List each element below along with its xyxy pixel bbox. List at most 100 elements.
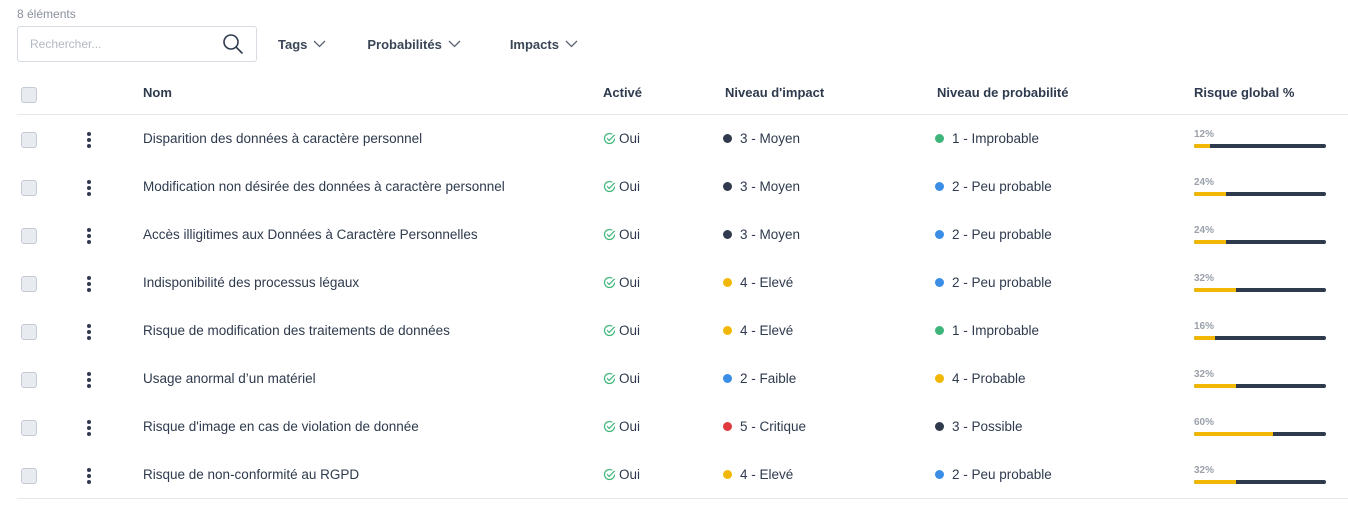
search-box[interactable]: [17, 26, 257, 62]
active-status: Oui: [603, 371, 640, 386]
impact-dot: [723, 182, 732, 191]
filter-tags[interactable]: Tags: [278, 37, 326, 52]
risk-global: 16%: [1194, 321, 1326, 340]
impact-level: 4 - Elevé: [723, 467, 793, 482]
filter-impacts[interactable]: Impacts: [510, 37, 578, 52]
select-all-checkbox[interactable]: [21, 87, 37, 103]
risk-name[interactable]: Usage anormal d’un matériel: [143, 371, 316, 386]
probability-label: 4 - Probable: [952, 371, 1026, 386]
probability-label: 1 - Improbable: [952, 131, 1040, 146]
risk-global: 32%: [1194, 369, 1326, 388]
table-row[interactable]: Accès illigitimes aux Données à Caractèr…: [17, 211, 1348, 259]
risk-global: 24%: [1194, 225, 1326, 244]
impact-dot: [723, 422, 732, 431]
risk-table: Nom Activé Niveau d'impact Niveau de pro…: [17, 70, 1348, 499]
table-row[interactable]: Indisponibilité des processus légaux Oui…: [17, 259, 1348, 307]
check-circle-icon: [603, 324, 616, 337]
probability-dot: [935, 326, 944, 335]
more-options-icon[interactable]: [85, 418, 93, 438]
impact-level: 5 - Critique: [723, 419, 806, 434]
row-checkbox[interactable]: [21, 468, 37, 484]
table-row[interactable]: Modification non désirée des données à c…: [17, 163, 1348, 211]
impact-label: 4 - Elevé: [740, 275, 794, 290]
row-checkbox[interactable]: [21, 372, 37, 388]
more-options-icon[interactable]: [85, 322, 93, 342]
active-label: Oui: [619, 371, 641, 386]
probability-dot: [935, 134, 944, 143]
impact-level: 2 - Faible: [723, 371, 796, 386]
impact-level: 3 - Moyen: [723, 179, 800, 194]
row-checkbox[interactable]: [21, 228, 37, 244]
risk-percent-label: 24%: [1194, 225, 1215, 236]
check-circle-icon: [603, 372, 616, 385]
toolbar: Tags Probabilités Impacts: [17, 26, 578, 62]
probability-level: 2 - Peu probable: [935, 467, 1052, 482]
risk-percent-label: 60%: [1194, 417, 1215, 428]
more-options-icon[interactable]: [85, 274, 93, 294]
table-row[interactable]: Risque d'image en cas de violation de do…: [17, 403, 1348, 451]
column-header-risk[interactable]: Risque global %: [1194, 85, 1294, 100]
row-checkbox[interactable]: [21, 420, 37, 436]
probability-label: 2 - Peu probable: [952, 275, 1052, 290]
risk-name[interactable]: Indisponibilité des processus légaux: [143, 275, 359, 290]
more-options-icon[interactable]: [85, 466, 93, 486]
probability-label: 2 - Peu probable: [952, 227, 1052, 242]
filter-probabilites[interactable]: Probabilités: [367, 37, 461, 52]
impact-dot: [723, 326, 732, 335]
probability-level: 2 - Peu probable: [935, 179, 1052, 194]
risk-name[interactable]: Disparition des données à caractère pers…: [143, 131, 422, 146]
table-row[interactable]: Risque de non-conformité au RGPD Oui 4 -…: [17, 451, 1348, 499]
table-row[interactable]: Risque de modification des traitements d…: [17, 307, 1348, 355]
probability-label: 2 - Peu probable: [952, 179, 1052, 194]
probability-level: 1 - Improbable: [935, 323, 1039, 338]
active-label: Oui: [619, 275, 641, 290]
probability-label: 1 - Improbable: [952, 323, 1040, 338]
impact-dot: [723, 470, 732, 479]
filter-tags-label: Tags: [278, 36, 308, 52]
active-status: Oui: [603, 179, 640, 194]
risk-progress-bar: [1194, 432, 1326, 436]
impact-label: 3 - Moyen: [740, 227, 801, 242]
search-icon[interactable]: [222, 33, 244, 55]
table-row[interactable]: Disparition des données à caractère pers…: [17, 115, 1348, 163]
risk-name[interactable]: Modification non désirée des données à c…: [143, 179, 505, 194]
row-checkbox[interactable]: [21, 276, 37, 292]
chevron-down-icon: [448, 40, 461, 48]
column-header-probability[interactable]: Niveau de probabilité: [937, 85, 1068, 100]
risk-global: 60%: [1194, 417, 1326, 436]
table-row[interactable]: Usage anormal d’un matériel Oui 2 - Faib…: [17, 355, 1348, 403]
table-header: Nom Activé Niveau d'impact Niveau de pro…: [17, 70, 1348, 115]
risk-progress-fill: [1194, 432, 1274, 436]
impact-dot: [723, 278, 732, 287]
more-options-icon[interactable]: [85, 370, 93, 390]
search-input[interactable]: [30, 37, 210, 51]
impact-dot: [723, 374, 732, 383]
impact-level: 3 - Moyen: [723, 131, 800, 146]
active-label: Oui: [619, 131, 641, 146]
risk-progress-fill: [1194, 240, 1226, 244]
more-options-icon[interactable]: [85, 226, 93, 246]
column-header-impact[interactable]: Niveau d'impact: [725, 85, 824, 100]
risk-name[interactable]: Risque d'image en cas de violation de do…: [143, 419, 419, 434]
risk-name[interactable]: Accès illigitimes aux Données à Caractèr…: [143, 227, 478, 242]
risk-progress-bar: [1194, 144, 1326, 148]
impact-dot: [723, 134, 732, 143]
column-header-active[interactable]: Activé: [603, 85, 642, 100]
more-options-icon[interactable]: [85, 130, 93, 150]
risk-name[interactable]: Risque de non-conformité au RGPD: [143, 467, 359, 482]
row-checkbox[interactable]: [21, 132, 37, 148]
risk-name[interactable]: Risque de modification des traitements d…: [143, 323, 450, 338]
row-checkbox[interactable]: [21, 180, 37, 196]
check-circle-icon: [603, 420, 616, 433]
probability-dot: [935, 230, 944, 239]
column-header-nom[interactable]: Nom: [143, 85, 172, 100]
risk-progress-bar: [1194, 240, 1326, 244]
risk-progress-bar: [1194, 192, 1326, 196]
more-options-icon[interactable]: [85, 178, 93, 198]
probability-dot: [935, 470, 944, 479]
chevron-down-icon: [313, 40, 326, 48]
risk-progress-bar: [1194, 336, 1326, 340]
row-checkbox[interactable]: [21, 324, 37, 340]
risk-global: 12%: [1194, 129, 1326, 148]
risk-global: 32%: [1194, 465, 1326, 484]
